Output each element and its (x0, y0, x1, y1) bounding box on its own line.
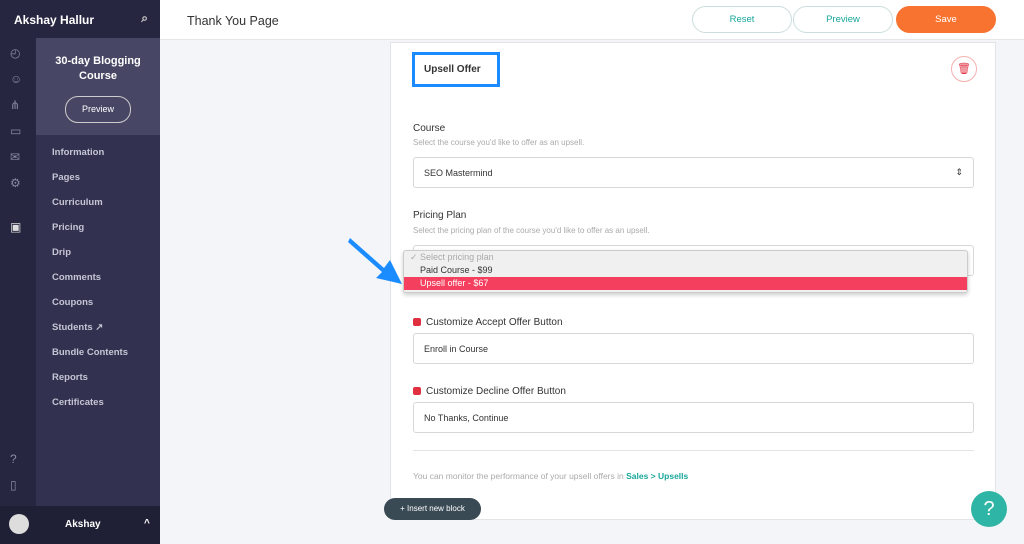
preview-button[interactable]: Preview (793, 6, 893, 33)
search-icon[interactable]: ⌕ (141, 11, 148, 26)
plan-option-paid[interactable]: Paid Course - $99 (404, 264, 967, 277)
course-panel: 30-day Blogging Course Preview Informatio… (36, 38, 160, 506)
user-footer[interactable]: Akshay ^ (0, 506, 160, 544)
footer-text: You can monitor the performance of your … (413, 471, 624, 481)
icon-rail: ◴ ☺ ⋔ ▭ ✉ ⚙ ▣ ? ▯ (0, 0, 36, 544)
accept-value: Enroll in Course (424, 344, 489, 354)
nav-item[interactable]: Comments (36, 268, 160, 293)
mail-icon[interactable]: ✉ (10, 150, 20, 164)
plan-option-upsell[interactable]: Upsell offer - $67 (404, 277, 967, 290)
option-text: Select pricing plan (420, 252, 494, 262)
tablet-icon[interactable]: ▯ (10, 478, 17, 492)
nav-item[interactable]: Coupons (36, 293, 160, 318)
nav-item[interactable]: Information (36, 143, 160, 168)
nav-label: Students (52, 322, 93, 333)
reset-button[interactable]: Reset (692, 6, 792, 33)
header: Thank You Page Reset Preview Save (160, 0, 1024, 40)
nav-item[interactable]: Students ↗ (36, 318, 160, 343)
decline-input[interactable]: No Thanks, Continue (413, 402, 974, 433)
upsells-link[interactable]: Sales > Upsells (626, 471, 688, 481)
nav-item[interactable]: Certificates (36, 393, 160, 418)
chevron-up-icon[interactable]: ^ (144, 518, 150, 529)
users-icon[interactable]: ☺ (10, 72, 22, 86)
external-link-icon: ↗ (92, 322, 104, 333)
course-select[interactable]: SEO Mastermind ⇕ (413, 157, 974, 188)
save-button[interactable]: Save (896, 6, 996, 33)
nav-item[interactable]: Pricing (36, 218, 160, 243)
plan-label: Pricing Plan (413, 210, 467, 221)
help-circle-icon[interactable]: ? (10, 452, 17, 466)
settings-icon[interactable]: ⚙ (10, 176, 21, 190)
help-button[interactable]: ? (971, 491, 1007, 527)
nav-item[interactable]: Reports (36, 368, 160, 393)
block-title: Upsell Offer (412, 52, 500, 87)
nav-item[interactable]: Drip (36, 243, 160, 268)
user-short-name: Akshay (65, 519, 101, 530)
avatar (9, 514, 29, 534)
nav-item[interactable]: Bundle Contents (36, 343, 160, 368)
course-hint: Select the course you'd like to offer as… (413, 138, 585, 147)
sales-icon[interactable]: ▭ (10, 124, 21, 138)
nav-item[interactable]: Curriculum (36, 193, 160, 218)
user-name-header: Akshay Hallur ⌕ (0, 0, 160, 38)
nav-item[interactable]: Pages (36, 168, 160, 193)
select-arrows-icon: ⇕ (955, 167, 963, 177)
course-label: Course (413, 123, 446, 134)
plan-hint: Select the pricing plan of the course yo… (413, 226, 650, 235)
plan-dropdown[interactable]: ✓ Select pricing plan Paid Course - $99 … (403, 250, 968, 293)
decline-value: No Thanks, Continue (424, 413, 509, 423)
decline-label: Customize Decline Offer Button (426, 386, 566, 397)
trash-icon[interactable]: 🗑 (951, 56, 977, 82)
book-icon[interactable]: ▣ (10, 220, 21, 234)
user-name: Akshay Hallur (14, 13, 95, 27)
accept-input[interactable]: Enroll in Course (413, 333, 974, 364)
dashboard-icon[interactable]: ◴ (10, 46, 20, 60)
plan-option-placeholder[interactable]: ✓ Select pricing plan (404, 251, 967, 264)
sitemap-icon[interactable]: ⋔ (10, 98, 20, 112)
arrow-pointer-icon (348, 238, 402, 284)
accept-checkbox[interactable] (413, 318, 421, 326)
page-title: Thank You Page (187, 14, 279, 28)
course-title: 30-day Blogging Course (55, 55, 141, 82)
course-preview-button[interactable]: Preview (64, 96, 131, 123)
course-value: SEO Mastermind (424, 168, 493, 178)
insert-block-button[interactable]: + Insert new block (384, 498, 481, 520)
accept-label: Customize Accept Offer Button (426, 317, 563, 328)
decline-checkbox[interactable] (413, 387, 421, 395)
